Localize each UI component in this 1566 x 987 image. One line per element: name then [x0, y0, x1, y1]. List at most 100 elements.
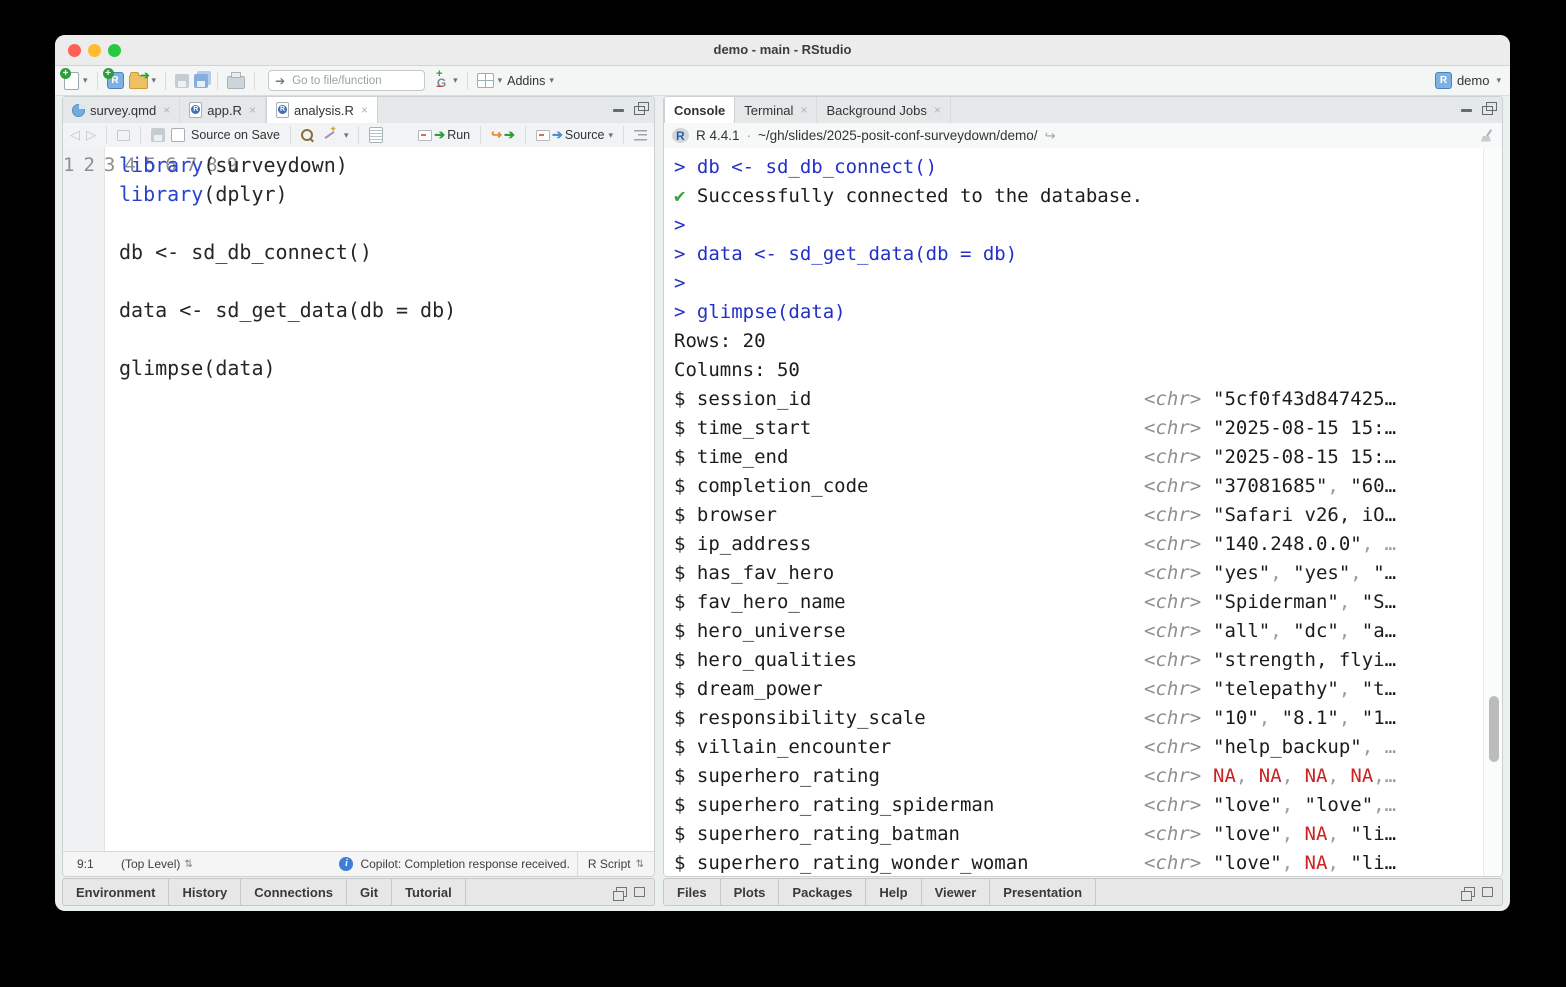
code-line: db <- sd_db_connect(): [106, 238, 654, 267]
glimpse-row: $ hero_universe<chr>"all", "dc", "a…: [674, 617, 1502, 646]
source-button[interactable]: ➔ Source ▾: [536, 127, 613, 143]
console-tab[interactable]: Background Jobs ×: [817, 97, 950, 123]
restore-pane-icon[interactable]: [1464, 887, 1475, 897]
editor-toolbar: ◁ ▷ Source on Save ▾ ➔ Run ↪ ➔: [63, 123, 654, 148]
glimpse-row: $ time_end<chr>"2025-08-15 15:…: [674, 443, 1502, 472]
tab-label: app.R: [207, 103, 242, 118]
editor-tab[interactable]: analysis.R×: [266, 97, 378, 123]
chevron-down-icon[interactable]: ▾: [453, 75, 458, 86]
run-label: Run: [447, 128, 470, 142]
close-icon[interactable]: ×: [163, 103, 170, 117]
editor-tab[interactable]: app.R ×: [180, 97, 266, 123]
restore-pane-icon[interactable]: [616, 887, 627, 897]
divider: [254, 72, 255, 90]
workspace-panes-button[interactable]: ▾: [477, 73, 503, 88]
chevron-down-icon[interactable]: ▾: [549, 75, 554, 86]
minimize-pane-icon[interactable]: [613, 109, 624, 112]
run-button[interactable]: ➔ Run: [418, 127, 470, 143]
glimpse-row: $ superhero_rating_spiderman<chr>"love",…: [674, 791, 1502, 820]
forward-icon[interactable]: ▷: [86, 127, 96, 143]
close-icon[interactable]: ×: [934, 103, 941, 117]
addins-menu[interactable]: Addins ▾: [507, 74, 554, 88]
console-lines: > db <- sd_db_connect()✔ Successfully co…: [664, 148, 1502, 876]
bottom-right-tab-files[interactable]: Files: [664, 879, 721, 905]
source-on-save-checkbox[interactable]: [171, 128, 185, 142]
chevron-down-icon[interactable]: ▾: [83, 75, 88, 86]
bottom-left-tab-environment[interactable]: Environment: [63, 879, 169, 905]
open-in-new-window-icon[interactable]: [117, 130, 130, 141]
tab-label: survey.qmd: [90, 103, 156, 118]
save-document-button[interactable]: [151, 128, 165, 142]
file-type-selector[interactable]: R Script ⇅: [577, 852, 654, 877]
maximize-pane-icon[interactable]: [634, 887, 645, 897]
scope-selector[interactable]: (Top Level) ⇅: [121, 857, 193, 871]
chevron-down-icon[interactable]: ▾: [498, 75, 503, 86]
editor-status-bar: 9:1 (Top Level) ⇅ i Copilot: Completion …: [63, 851, 654, 876]
source-arrow-icon: ➔: [552, 127, 563, 143]
version-control-button[interactable]: +G− ▾: [434, 72, 458, 89]
info-icon: i: [339, 857, 353, 871]
minimize-pane-icon[interactable]: [1461, 109, 1472, 112]
bottom-left-tab-git[interactable]: Git: [347, 879, 392, 905]
bottom-right-tab-viewer[interactable]: Viewer: [922, 879, 991, 905]
new-project-button[interactable]: R+: [107, 72, 124, 89]
bottom-right-tab-packages[interactable]: Packages: [779, 879, 866, 905]
open-folder-icon: ➔: [129, 75, 148, 89]
right-strip-controls: [1464, 879, 1502, 905]
addins-label: Addins: [507, 74, 545, 88]
console-tab[interactable]: Terminal×: [735, 97, 817, 123]
bottom-right-tab-presentation[interactable]: Presentation: [990, 879, 1096, 905]
rerun-icon: ↪: [491, 127, 502, 143]
back-icon[interactable]: ◁: [70, 127, 80, 143]
goto-file-box[interactable]: ➔: [268, 70, 425, 91]
environment-pane-strip: EnvironmentHistoryConnectionsGitTutorial: [62, 878, 655, 906]
scrollbar-thumb[interactable]: [1489, 696, 1499, 762]
console-output[interactable]: > db <- sd_db_connect()✔ Successfully co…: [664, 148, 1502, 876]
maximize-pane-icon[interactable]: [634, 106, 645, 115]
code-editor[interactable]: 123456789 library(surveydown)library(dpl…: [63, 147, 654, 851]
project-menu[interactable]: R demo ▾: [1435, 72, 1501, 89]
divider: [97, 72, 98, 90]
code-line: [106, 325, 654, 354]
new-file-button[interactable]: + ▾: [64, 72, 88, 90]
console-scrollbar[interactable]: [1483, 148, 1502, 876]
code-tools-icon[interactable]: [322, 128, 336, 142]
save-button[interactable]: [175, 74, 189, 88]
find-replace-icon[interactable]: [301, 129, 313, 141]
close-icon[interactable]: ×: [361, 103, 368, 117]
compile-report-icon[interactable]: [369, 127, 383, 143]
goto-arrow-icon: ➔: [275, 74, 285, 88]
bottom-left-tab-history[interactable]: History: [169, 879, 241, 905]
close-icon[interactable]: ×: [249, 103, 256, 117]
close-icon[interactable]: ×: [800, 103, 807, 117]
chevron-down-icon[interactable]: ▾: [1496, 75, 1501, 86]
goto-file-input[interactable]: [290, 74, 418, 88]
save-all-button[interactable]: [194, 74, 208, 88]
bottom-right-tab-help[interactable]: Help: [866, 879, 921, 905]
tab-label: Background Jobs: [826, 103, 926, 118]
rerun-button[interactable]: ↪ ➔: [491, 127, 515, 143]
console-header: R 4.4.1 · ~/gh/slides/2025-posit-conf-su…: [664, 123, 1502, 149]
console-tab[interactable]: Console: [664, 97, 735, 123]
print-button[interactable]: [227, 76, 245, 89]
source-editor-pane: survey.qmd×app.R×analysis.R× ◁ ▷ Source …: [62, 96, 655, 877]
window-title: demo - main - RStudio: [55, 35, 1510, 65]
copilot-status: Copilot: Completion response received.: [360, 857, 569, 871]
chevron-down-icon[interactable]: ▾: [344, 130, 349, 141]
document-outline-icon[interactable]: [634, 130, 647, 141]
maximize-pane-icon[interactable]: [1482, 106, 1493, 115]
bottom-left-tab-connections[interactable]: Connections: [241, 879, 347, 905]
maximize-pane-icon[interactable]: [1482, 887, 1493, 897]
tab-label: Console: [674, 103, 725, 118]
bottom-left-tab-tutorial[interactable]: Tutorial: [392, 879, 466, 905]
editor-pane-controls: [604, 97, 654, 123]
bottom-right-tab-plots[interactable]: Plots: [721, 879, 780, 905]
console-tab-bar: Console Terminal× Background Jobs ×: [664, 97, 1502, 124]
goto-directory-icon[interactable]: ↪: [1045, 128, 1056, 144]
clear-console-icon[interactable]: [1480, 129, 1494, 143]
glimpse-row: $ has_fav_hero<chr>"yes", "yes", "…: [674, 559, 1502, 588]
open-file-button[interactable]: ➔ ▾: [129, 72, 157, 89]
chevron-down-icon[interactable]: ▾: [608, 130, 613, 141]
chevron-down-icon[interactable]: ▾: [152, 75, 157, 86]
editor-tab[interactable]: survey.qmd ×: [63, 97, 180, 123]
